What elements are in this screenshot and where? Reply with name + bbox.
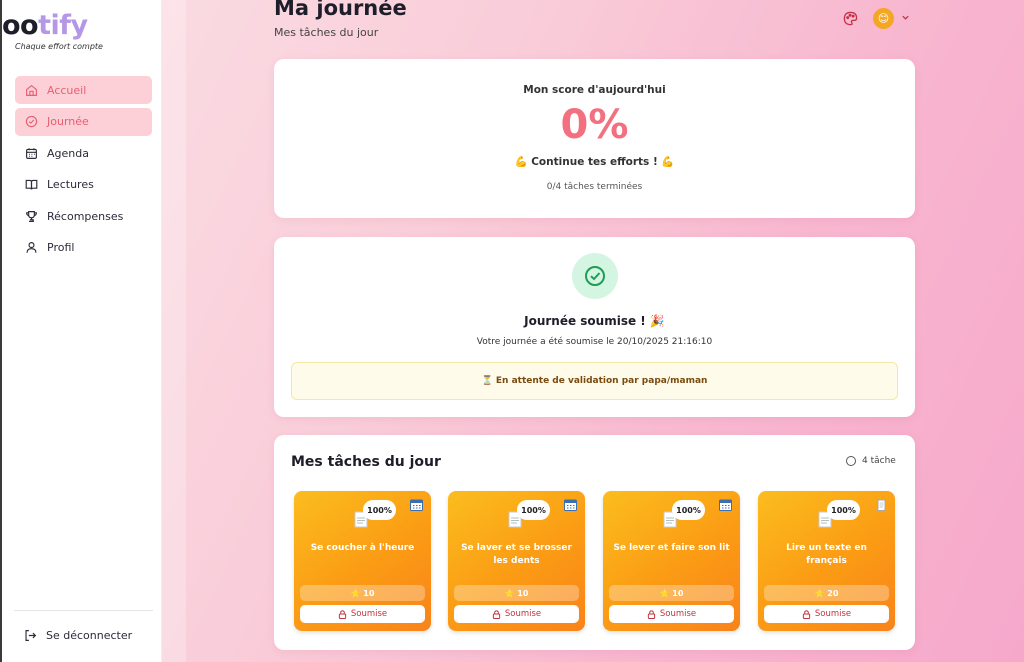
score-value: 0% bbox=[560, 102, 629, 148]
lock-icon bbox=[802, 609, 810, 619]
lock-icon bbox=[492, 609, 500, 619]
book-icon bbox=[24, 178, 38, 192]
scroll-icon bbox=[876, 499, 886, 511]
tasks-title: Mes tâches du jour bbox=[291, 454, 441, 470]
task-points: ⭐ 10 bbox=[609, 585, 734, 601]
sidebar-edge bbox=[162, 0, 186, 662]
tasks-count: 4 tâche bbox=[846, 456, 896, 466]
task-points: ⭐ 20 bbox=[764, 585, 889, 601]
sidebar-nav: Accueil Journée Agenda Lectures Récompen… bbox=[15, 76, 152, 265]
sidebar: ootify Chaque effort compte Accueil Jour… bbox=[0, 0, 162, 662]
task-card[interactable]: 100% Se lever et faire son lit ⭐ 10 Soum… bbox=[603, 491, 740, 631]
sidebar-item-label: Accueil bbox=[47, 83, 87, 97]
tasks-done-count: 0/4 tâches terminées bbox=[546, 182, 643, 192]
calendar-icon bbox=[719, 499, 732, 511]
score-card: Mon score d'aujourd'hui 0% 💪 Continue te… bbox=[274, 59, 915, 218]
home-icon bbox=[24, 83, 38, 97]
task-card[interactable]: 100% Se laver et se brosser les dents ⭐ … bbox=[448, 491, 585, 631]
sidebar-item-accueil[interactable]: Accueil bbox=[15, 76, 152, 104]
calendar-icon bbox=[564, 499, 577, 511]
task-status-label: Soumise bbox=[814, 609, 852, 619]
trophy-icon bbox=[24, 209, 38, 223]
page-title: Ma journée bbox=[274, 0, 407, 20]
sidebar-item-label: Profil bbox=[47, 241, 75, 254]
page-subtitle: Mes tâches du jour bbox=[274, 26, 379, 39]
task-status-button[interactable]: Soumise bbox=[609, 605, 734, 623]
tasks-card: Mes tâches du jour 4 tâche 100% Se couch… bbox=[274, 435, 915, 650]
sidebar-item-label: Lectures bbox=[47, 178, 94, 191]
encouragement-text: 💪 Continue tes efforts ! 💪 bbox=[514, 156, 675, 168]
task-status-label: Soumise bbox=[350, 609, 388, 619]
task-name: Lire un texte en français bbox=[786, 543, 867, 566]
task-status-label: Soumise bbox=[659, 609, 697, 619]
sidebar-item-label: Journée bbox=[47, 115, 89, 128]
sidebar-item-lectures[interactable]: Lectures bbox=[15, 171, 152, 199]
task-name: Se lever et faire son lit bbox=[613, 543, 730, 553]
sidebar-item-label: Récompenses bbox=[47, 209, 124, 223]
success-check-icon bbox=[572, 253, 618, 299]
logout-button[interactable]: Se déconnecter bbox=[24, 629, 132, 642]
lock-icon bbox=[338, 609, 346, 619]
user-icon bbox=[24, 241, 38, 255]
sidebar-item-recompenses[interactable]: Récompenses bbox=[15, 202, 152, 230]
task-percent-badge: 100% bbox=[517, 500, 550, 520]
task-name: Se laver et se brosser les dents bbox=[461, 543, 572, 566]
task-status-button[interactable]: Soumise bbox=[300, 605, 425, 623]
sidebar-item-agenda[interactable]: Agenda bbox=[15, 139, 152, 167]
task-points: ⭐ 10 bbox=[300, 585, 425, 601]
validation-pending-banner: ⏳ En attente de validation par papa/mama… bbox=[291, 362, 898, 400]
task-card[interactable]: 100% Se coucher à l'heure ⭐ 10 Soumise bbox=[294, 491, 431, 631]
task-card[interactable]: 100% Lire un texte en français ⭐ 20 Soum… bbox=[758, 491, 895, 631]
chevron-down-icon[interactable] bbox=[901, 13, 910, 22]
score-label: Mon score d'aujourd'hui bbox=[523, 84, 666, 96]
app-logo[interactable]: ootify bbox=[2, 10, 88, 41]
sidebar-item-label: Agenda bbox=[47, 146, 89, 160]
avatar[interactable]: 😊 bbox=[873, 8, 894, 29]
calendar-icon bbox=[410, 499, 423, 511]
tasks-count-label: 4 tâche bbox=[862, 456, 896, 466]
task-status-button[interactable]: Soumise bbox=[454, 605, 579, 623]
task-status-button[interactable]: Soumise bbox=[764, 605, 889, 623]
calendar-icon bbox=[24, 146, 38, 160]
circle-icon bbox=[846, 456, 856, 466]
task-points: ⭐ 10 bbox=[454, 585, 579, 601]
task-status-label: Soumise bbox=[504, 609, 542, 619]
logout-label: Se déconnecter bbox=[46, 629, 133, 642]
lock-icon bbox=[647, 609, 655, 619]
submission-title: Journée soumise ! 🎉 bbox=[524, 314, 665, 328]
task-percent-badge: 100% bbox=[827, 500, 860, 520]
submission-card: Journée soumise ! 🎉 Votre journée a été … bbox=[274, 237, 915, 417]
sidebar-divider bbox=[14, 610, 153, 611]
task-percent-badge: 100% bbox=[672, 500, 705, 520]
task-name: Se coucher à l'heure bbox=[310, 543, 415, 553]
check-circle-icon bbox=[24, 115, 38, 129]
sidebar-item-journee[interactable]: Journée bbox=[15, 107, 152, 136]
palette-icon[interactable] bbox=[843, 11, 858, 26]
submission-text: Votre journée a été soumise le 20/10/202… bbox=[476, 337, 713, 347]
logout-icon bbox=[25, 630, 37, 641]
sidebar-item-profil[interactable]: Profil bbox=[15, 234, 152, 262]
app-tagline: Chaque effort compte bbox=[15, 42, 103, 51]
task-percent-badge: 100% bbox=[363, 500, 396, 520]
